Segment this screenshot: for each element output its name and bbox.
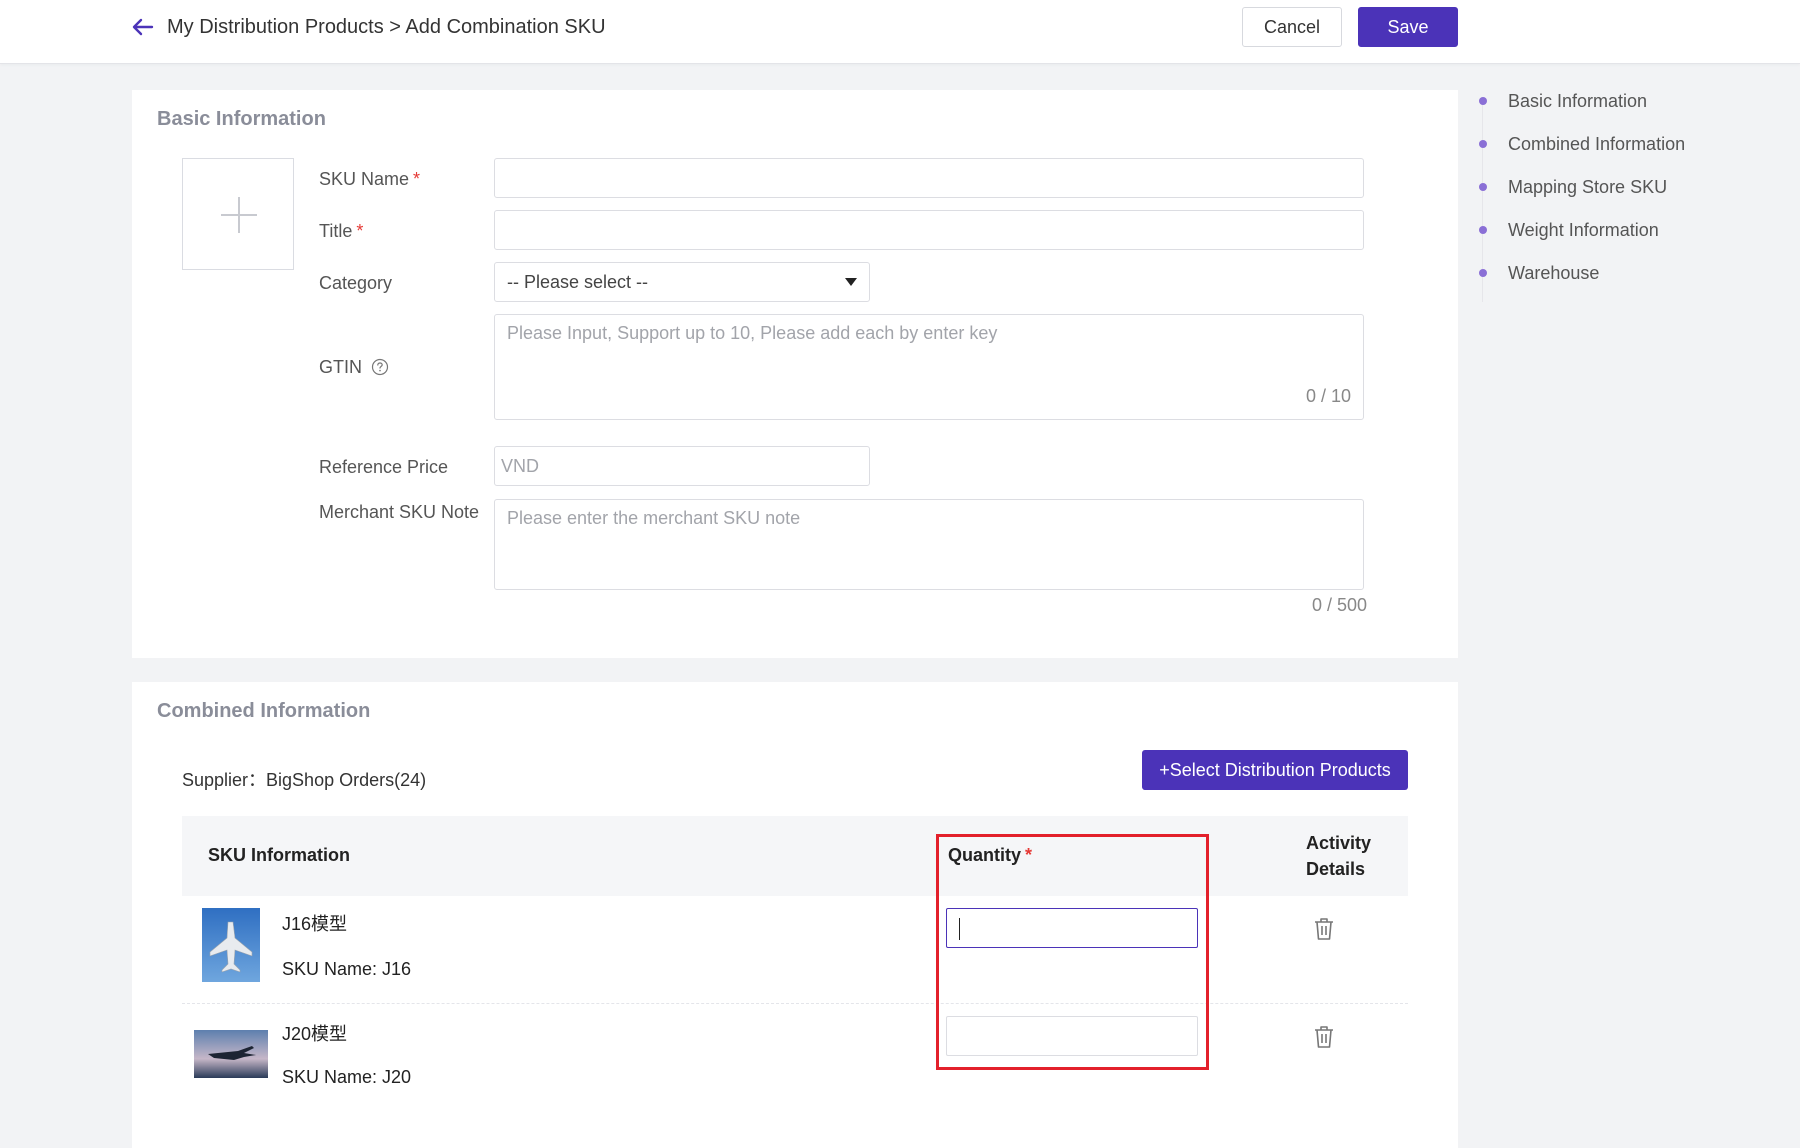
image-upload-box[interactable] <box>182 158 294 270</box>
help-icon[interactable] <box>371 358 389 376</box>
save-button[interactable]: Save <box>1358 7 1458 47</box>
column-sku-information: SKU Information <box>208 845 350 865</box>
section-title: Basic Information <box>157 108 326 130</box>
table-header: SKU Information Quantity * Activity Detai… <box>182 816 1408 896</box>
top-bar: My Distribution Products > Add Combinati… <box>0 0 1800 64</box>
anchor-item-warehouse[interactable]: Warehouse <box>1476 260 1786 303</box>
cancel-button[interactable]: Cancel <box>1242 7 1342 47</box>
column-activity-details: Activity Details <box>1306 833 1372 879</box>
combined-information-card: Combined Information Supplier：BigShop Or… <box>132 682 1458 1148</box>
category-label: Category <box>319 273 393 293</box>
dot-icon <box>1479 97 1487 105</box>
sku-name-label: SKU Name * <box>319 169 421 189</box>
category-select[interactable]: -- Please select -- <box>494 262 870 302</box>
title-input[interactable] <box>494 210 1364 250</box>
supplier-text: Supplier：BigShop Orders(24) <box>182 770 427 790</box>
anchor-navigation: Basic Information Combined Information M… <box>1476 88 1786 303</box>
dot-icon <box>1479 269 1487 277</box>
gtin-counter: 0 / 10 <box>1305 386 1351 406</box>
dot-icon <box>1479 183 1487 191</box>
title-label: Title * <box>319 221 364 241</box>
merchant-note-placeholder: Please enter the merchant SKU note <box>507 508 801 528</box>
anchor-item-basic-information[interactable]: Basic Information <box>1476 88 1786 131</box>
trash-icon[interactable] <box>1312 916 1336 942</box>
product-name: J16模型 <box>282 914 348 934</box>
breadcrumb: My Distribution Products > Add Combinati… <box>167 16 606 38</box>
merchant-note-label: Merchant SKU Note <box>319 502 480 522</box>
select-distribution-products-button[interactable]: +Select Distribution Products <box>1142 750 1408 790</box>
dot-icon <box>1479 140 1487 148</box>
sku-name-input[interactable] <box>494 158 1364 198</box>
reference-price-placeholder: VND <box>501 455 540 476</box>
product-sku-name: SKU Name: J20 <box>282 1067 412 1087</box>
anchor-item-combined-information[interactable]: Combined Information <box>1476 131 1786 174</box>
caret-down-icon <box>845 278 857 286</box>
product-sku-name: SKU Name: J16 <box>282 959 412 979</box>
anchor-item-weight-information[interactable]: Weight Information <box>1476 217 1786 260</box>
table-row: J20模型 SKU Name: J20 <box>182 1004 1408 1112</box>
dot-icon <box>1479 226 1487 234</box>
product-thumbnail <box>194 1030 268 1078</box>
category-select-value: -- Please select -- <box>507 271 649 292</box>
product-thumbnail <box>202 908 260 982</box>
trash-icon[interactable] <box>1312 1024 1336 1050</box>
gtin-placeholder: Please Input, Support up to 10, Please a… <box>507 323 998 343</box>
quantity-highlight-box <box>936 834 1209 1070</box>
anchor-item-mapping-store-sku[interactable]: Mapping Store SKU <box>1476 174 1786 217</box>
merchant-note-textarea[interactable]: Please enter the merchant SKU note <box>494 499 1364 590</box>
product-name: J20模型 <box>282 1024 348 1044</box>
table-row: J16模型 SKU Name: J16 <box>182 896 1408 1004</box>
basic-information-card: Basic Information SKU Name * Title * Categ… <box>132 90 1458 658</box>
section-title: Combined Information <box>157 700 371 722</box>
gtin-label: GTIN <box>319 356 389 378</box>
back-arrow-icon[interactable] <box>130 14 156 40</box>
merchant-note-counter: 0 / 500 <box>1312 595 1368 615</box>
reference-price-label: Reference Price <box>319 457 449 477</box>
gtin-textarea[interactable]: Please Input, Support up to 10, Please a… <box>494 314 1364 420</box>
reference-price-input[interactable]: VND <box>494 446 870 486</box>
